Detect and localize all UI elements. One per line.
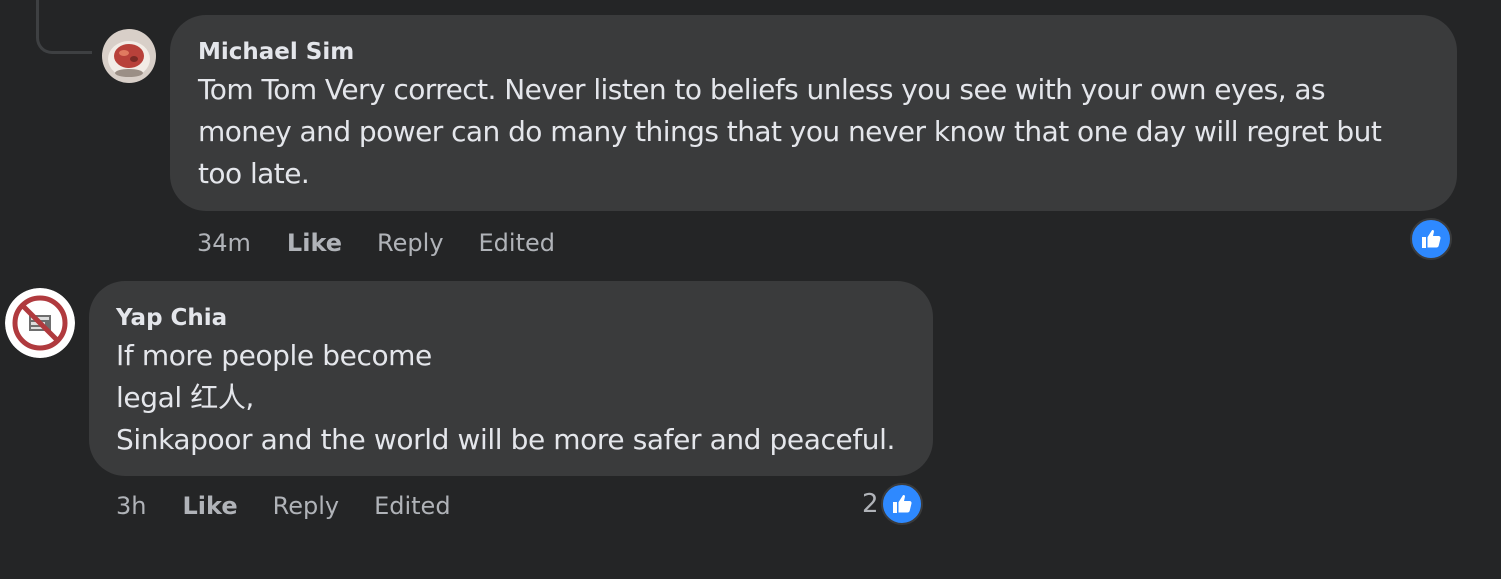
avatar[interactable] — [102, 29, 156, 83]
comment-text-line: Tom Tom Very correct. Never listen to be… — [198, 73, 1326, 106]
reaction-summary[interactable]: 2 — [862, 483, 923, 525]
food-bowl-avatar-icon — [102, 29, 156, 83]
like-reaction-icon — [1410, 218, 1452, 260]
comment-text-line: too late. — [198, 157, 310, 190]
comment-text-line: Sinkapoor and the world will be more saf… — [116, 423, 896, 456]
thumbs-up-icon — [1422, 230, 1441, 248]
comment-author[interactable]: Michael Sim — [198, 37, 1429, 67]
reply-button[interactable]: Reply — [273, 491, 339, 521]
no-symbol-avatar-icon — [5, 288, 75, 358]
comment-text-line: If more people become — [116, 339, 432, 372]
reply-button[interactable]: Reply — [377, 228, 443, 258]
comment-timestamp[interactable]: 3h — [116, 491, 146, 521]
like-button[interactable]: Like — [182, 491, 237, 521]
comment-text: Tom Tom Very correct. Never listen to be… — [198, 69, 1429, 195]
reply-thread-connector — [36, 0, 92, 54]
like-button[interactable]: Like — [287, 228, 342, 258]
edited-label[interactable]: Edited — [374, 491, 450, 521]
comment-text-line: money and power can do many things that … — [198, 115, 1382, 148]
like-reaction-icon — [880, 483, 923, 525]
comment-thread: Michael Sim Tom Tom Very correct. Never … — [0, 0, 1501, 579]
comment-author[interactable]: Yap Chia — [116, 303, 905, 333]
thumbs-up-icon — [892, 495, 912, 513]
reaction-summary[interactable] — [1410, 218, 1452, 260]
comment-bubble: Yap Chia If more people become legal 红人,… — [89, 281, 933, 476]
reaction-count: 2 — [862, 489, 879, 519]
avatar[interactable] — [5, 288, 75, 358]
edited-label[interactable]: Edited — [479, 228, 555, 258]
comment-text-line: legal 红人, — [116, 381, 254, 414]
comment-text: If more people become legal 红人, Sinkapoo… — [116, 335, 905, 461]
comment-timestamp[interactable]: 34m — [197, 228, 251, 258]
comment-bubble: Michael Sim Tom Tom Very correct. Never … — [170, 15, 1457, 211]
comment-actions: 3h Like Reply Edited — [116, 491, 486, 521]
comment-actions: 34m Like Reply Edited — [197, 228, 590, 258]
